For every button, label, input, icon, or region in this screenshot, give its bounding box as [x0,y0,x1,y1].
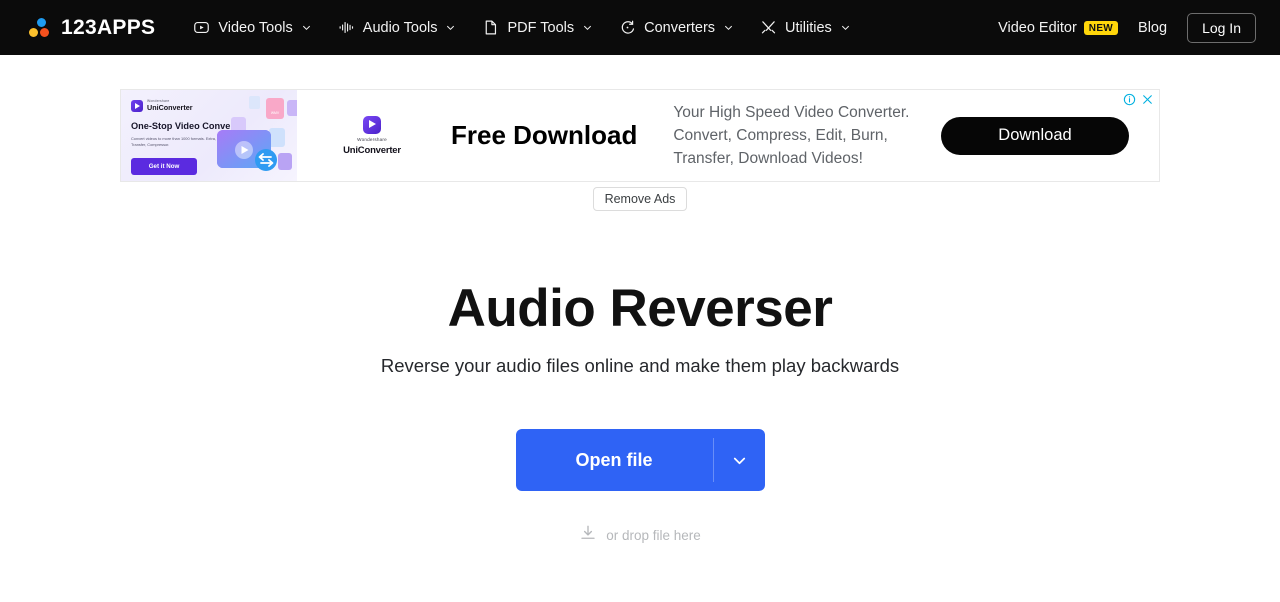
nav-menu: Video Tools Audio Tools PDF Tools Conver… [193,19,850,36]
chevron-down-icon [445,22,456,33]
ad-body: Wondershare UniConverter Free Download Y… [297,90,1159,181]
svg-text:WMV: WMV [271,111,280,115]
ad-creative-cta-button[interactable]: Get it Now [131,157,197,175]
open-file-row: Open file [0,429,1280,491]
play-icon [193,19,210,36]
nav-item-utilities[interactable]: Utilities [760,19,851,36]
chevron-down-icon [301,22,312,33]
tools-icon [760,19,777,36]
login-button[interactable]: Log In [1187,12,1256,43]
nav-item-audio-tools[interactable]: Audio Tools [338,19,457,36]
download-arrow-icon [579,524,597,547]
open-file-button-group[interactable]: Open file [515,429,765,491]
open-file-dropdown-toggle[interactable] [714,429,765,491]
video-editor-label: Video Editor [998,19,1077,36]
uniconverter-logo-icon [131,100,143,112]
logo-dots-icon [28,17,52,39]
ad-creative-image[interactable]: Wondershare UniConverter One-Stop Video … [121,90,297,181]
ad-copy-text: Your High Speed Video Converter. Convert… [673,103,910,168]
ad-headline: Free Download [451,120,638,150]
ad-logo-line2: UniConverter [343,144,401,156]
document-icon [482,19,499,36]
advertisement-zone: Wondershare UniConverter One-Stop Video … [0,55,1280,211]
remove-ads-button[interactable]: Remove Ads [592,187,688,211]
chevron-down-icon [582,22,593,33]
ad-corner-controls [1123,93,1154,106]
logo-123apps[interactable]: 123APPS [28,16,155,40]
ad-creative-artwork: WMV [217,96,297,171]
nav-item-blog[interactable]: Blog [1138,20,1167,36]
ad-banner[interactable]: Wondershare UniConverter One-Stop Video … [120,89,1160,182]
nav-item-video-tools[interactable]: Video Tools [193,19,311,36]
open-file-button[interactable]: Open file [516,429,713,491]
nav-label-pdf-tools: PDF Tools [507,19,575,36]
uniconverter-logo-icon [363,115,381,134]
chevron-down-icon [733,457,745,464]
nav-label-converters: Converters [644,19,716,36]
ad-creative-brand-name: UniConverter [147,103,193,112]
nav-item-video-editor[interactable]: Video Editor NEW [998,19,1119,36]
chevron-down-icon [840,22,851,33]
nav-label-audio-tools: Audio Tools [362,19,438,36]
nav-right-group: Video Editor NEW Blog Log In [998,12,1256,43]
main-content: Audio Reverser Reverse your audio files … [0,278,1280,547]
logo-text: 123APPS [61,15,156,39]
drop-file-hint[interactable]: or drop file here [0,524,1280,547]
nav-item-pdf-tools[interactable]: PDF Tools [482,19,593,36]
waveform-icon [338,19,355,36]
nav-item-converters[interactable]: Converters [619,19,734,36]
chevron-down-icon [723,22,734,33]
nav-label-utilities: Utilities [785,19,832,36]
ad-logo-line1: Wondershare [357,136,387,142]
refresh-icon [619,19,636,36]
page-subtitle: Reverse your audio files online and make… [380,355,900,376]
info-icon[interactable] [1123,93,1136,106]
drop-file-hint-label: or drop file here [606,528,701,543]
ad-download-button[interactable]: Download [941,116,1129,155]
top-navigation-bar: 123APPS Video Tools Audio Tools PDF Tool… [0,0,1280,55]
new-badge: NEW [1083,20,1119,35]
nav-label-video-tools: Video Tools [218,19,293,36]
page-title: Audio Reverser [447,279,833,338]
ad-advertiser-logo: Wondershare UniConverter [297,115,447,156]
close-icon[interactable] [1141,93,1154,106]
